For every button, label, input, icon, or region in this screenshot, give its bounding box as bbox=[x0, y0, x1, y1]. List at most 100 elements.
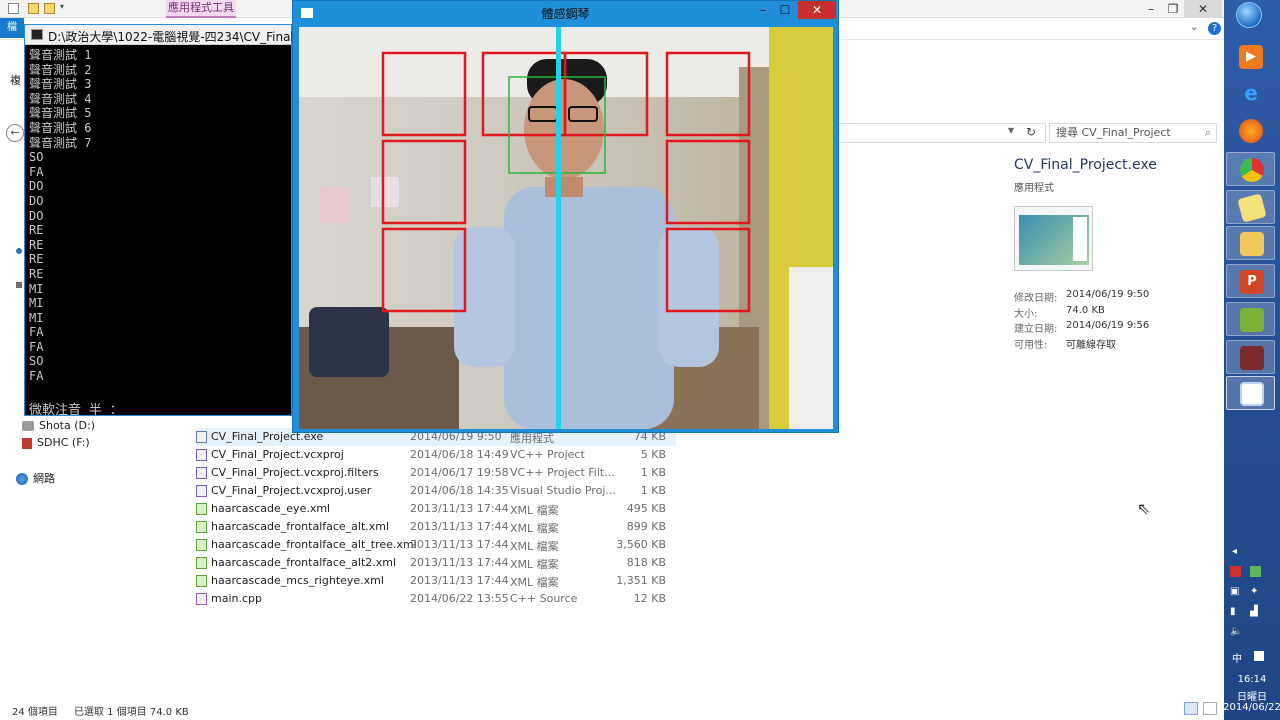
ime-indicator[interactable]: 中 bbox=[1232, 650, 1242, 665]
console-line: MI bbox=[29, 296, 44, 311]
network-signal-icon[interactable]: ▟ bbox=[1250, 606, 1258, 617]
console-titlebar[interactable]: D:\政治大學\1022-電腦視覺-四234\CV_Final_Project\… bbox=[25, 25, 293, 45]
detail-value: 2014/06/19 9:50 bbox=[1066, 289, 1150, 300]
nav-item-network[interactable]: 網路 bbox=[16, 470, 55, 486]
battery-icon[interactable]: ▮ bbox=[1230, 606, 1236, 617]
close-button[interactable]: ✕ bbox=[1184, 0, 1222, 18]
tray-app-icon[interactable] bbox=[1230, 566, 1241, 577]
frog-app-icon bbox=[1240, 308, 1264, 332]
nav-item-drive-d[interactable]: Shota (D:) bbox=[22, 419, 95, 432]
console-title: D:\政治大學\1022-電腦視覺-四234\CV_Final_Project\… bbox=[48, 30, 293, 44]
firefox-icon bbox=[1239, 119, 1263, 143]
folder-icon[interactable] bbox=[28, 3, 39, 14]
tray-device-icon[interactable]: ▣ bbox=[1230, 586, 1239, 597]
mouse-cursor-icon: ⇖ bbox=[1137, 499, 1151, 518]
details-view-button[interactable] bbox=[1184, 702, 1198, 715]
file-type: XML 檔案 bbox=[510, 576, 559, 589]
bag bbox=[309, 307, 389, 377]
file-type-icon bbox=[196, 593, 207, 605]
volume-icon[interactable]: 🔈 bbox=[1230, 626, 1242, 637]
file-row[interactable]: CV_Final_Project.vcxproj.user 2014/06/18 … bbox=[196, 482, 676, 500]
window-app-icon bbox=[1240, 382, 1264, 406]
file-row[interactable]: CV_Final_Project.vcxproj 2014/06/18 14:49… bbox=[196, 446, 676, 464]
detail-label: 修改日期: bbox=[1014, 293, 1058, 304]
nav-item-drive-f[interactable]: SDHC (F:) bbox=[22, 436, 90, 449]
address-bar[interactable] bbox=[838, 123, 1046, 143]
ime-status: 微軟注音 半 ： bbox=[29, 403, 123, 418]
console-line: DO bbox=[29, 193, 44, 208]
file-type: VC++ Project bbox=[510, 448, 585, 461]
file-type: XML 檔案 bbox=[510, 558, 559, 571]
console-line: 聲音測試 4 bbox=[29, 91, 92, 106]
console-line: FA bbox=[29, 325, 44, 340]
clock-time[interactable]: 16:14 bbox=[1224, 674, 1280, 685]
taskbar-camera-app[interactable] bbox=[1226, 376, 1275, 410]
console-line: RE bbox=[29, 237, 44, 252]
poster bbox=[371, 177, 399, 207]
camera-window[interactable]: 體感鋼琴 – ☐ ✕ bbox=[292, 0, 839, 433]
taskbar-firefox[interactable] bbox=[1226, 114, 1275, 148]
maximize-button[interactable]: ☐ bbox=[773, 1, 797, 19]
close-button[interactable]: ✕ bbox=[798, 1, 836, 19]
console-line: FA bbox=[29, 369, 44, 384]
console-line: 聲音測試 7 bbox=[29, 135, 92, 150]
details-file-type: 應用程式 bbox=[1014, 183, 1054, 194]
file-type-icon bbox=[196, 467, 207, 479]
file-type: XML 檔案 bbox=[510, 540, 559, 553]
file-row[interactable]: haarcascade_frontalface_alt.xml 2013/11/1… bbox=[196, 518, 676, 536]
context-tab-app-tools[interactable]: 應用程式工具 bbox=[166, 0, 236, 18]
console-line: 聲音測試 2 bbox=[29, 62, 92, 77]
taskbar-media-player[interactable]: ▶ bbox=[1226, 40, 1275, 74]
file-row[interactable]: haarcascade_mcs_righteye.xml 2013/11/13 1… bbox=[196, 572, 676, 590]
help-icon[interactable]: ? bbox=[1208, 22, 1221, 35]
file-date: 2014/06/18 14:35 bbox=[410, 484, 509, 497]
search-placeholder: 搜尋 CV_Final_Project bbox=[1056, 126, 1171, 139]
file-type-icon bbox=[196, 431, 207, 443]
console-window[interactable]: D:\政治大學\1022-電腦視覺-四234\CV_Final_Project\… bbox=[24, 24, 293, 418]
back-button[interactable]: ← bbox=[6, 124, 24, 142]
taskbar-app[interactable] bbox=[1226, 302, 1275, 336]
restore-button[interactable]: ❐ bbox=[1160, 0, 1186, 18]
start-button[interactable] bbox=[1236, 2, 1262, 28]
thumbnail-panel bbox=[1073, 217, 1087, 261]
file-size: 3,560 KB bbox=[616, 538, 666, 551]
poster bbox=[319, 187, 349, 223]
file-row[interactable]: haarcascade_eye.xml 2013/11/13 17:44 XML 檔… bbox=[196, 500, 676, 518]
file-row[interactable]: CV_Final_Project.vcxproj.filters 2014/06/… bbox=[196, 464, 676, 482]
taskbar-app[interactable] bbox=[1226, 340, 1275, 374]
taskbar-notes[interactable] bbox=[1226, 190, 1275, 224]
file-size: 818 KB bbox=[626, 556, 666, 569]
address-dropdown-icon[interactable]: ▼ bbox=[1008, 126, 1014, 135]
file-row[interactable]: main.cpp 2014/06/22 13:55 C++ Source 12 KB bbox=[196, 590, 676, 608]
tray-app-icon[interactable] bbox=[1250, 566, 1261, 577]
details-file-name: CV_Final_Project.exe bbox=[1014, 157, 1157, 173]
file-tab[interactable]: 檔 bbox=[0, 18, 24, 38]
refresh-icon[interactable]: ↻ bbox=[1026, 125, 1036, 139]
file-row[interactable]: haarcascade_frontalface_alt_tree.xml 2013… bbox=[196, 536, 676, 554]
detail-label: 可用性: bbox=[1014, 339, 1048, 351]
taskbar-internet-explorer[interactable]: e bbox=[1226, 76, 1275, 110]
taskbar-chrome[interactable] bbox=[1226, 152, 1275, 186]
file-type-icon bbox=[196, 521, 207, 533]
minimize-button[interactable]: – bbox=[751, 1, 775, 19]
file-size: 899 KB bbox=[626, 520, 666, 533]
camera-frame bbox=[299, 27, 833, 429]
show-hidden-icons[interactable]: ◂ bbox=[1232, 546, 1237, 557]
large-icons-view-button[interactable] bbox=[1203, 702, 1217, 715]
camera-titlebar[interactable]: 體感鋼琴 – ☐ ✕ bbox=[293, 1, 838, 25]
powerpoint-icon: P bbox=[1240, 270, 1264, 294]
search-input[interactable]: 搜尋 CV_Final_Project ⌕ bbox=[1049, 123, 1217, 143]
file-type-icon bbox=[196, 539, 207, 551]
ribbon-collapse-icon[interactable]: ⌄ bbox=[1190, 22, 1198, 33]
file-size: 5 KB bbox=[640, 448, 666, 461]
taskbar-powerpoint[interactable]: P bbox=[1226, 264, 1275, 298]
ime-mode-icon[interactable] bbox=[1254, 651, 1264, 661]
customize-quick-access-icon[interactable]: ▾ bbox=[60, 2, 64, 11]
new-folder-icon[interactable] bbox=[44, 3, 55, 14]
console-line: DO bbox=[29, 179, 44, 194]
taskbar-file-explorer[interactable] bbox=[1226, 226, 1275, 260]
dropbox-icon[interactable]: ✦ bbox=[1250, 586, 1258, 597]
properties-icon[interactable] bbox=[8, 3, 19, 14]
console-line: RE bbox=[29, 266, 44, 281]
file-row[interactable]: haarcascade_frontalface_alt2.xml 2013/11/… bbox=[196, 554, 676, 572]
